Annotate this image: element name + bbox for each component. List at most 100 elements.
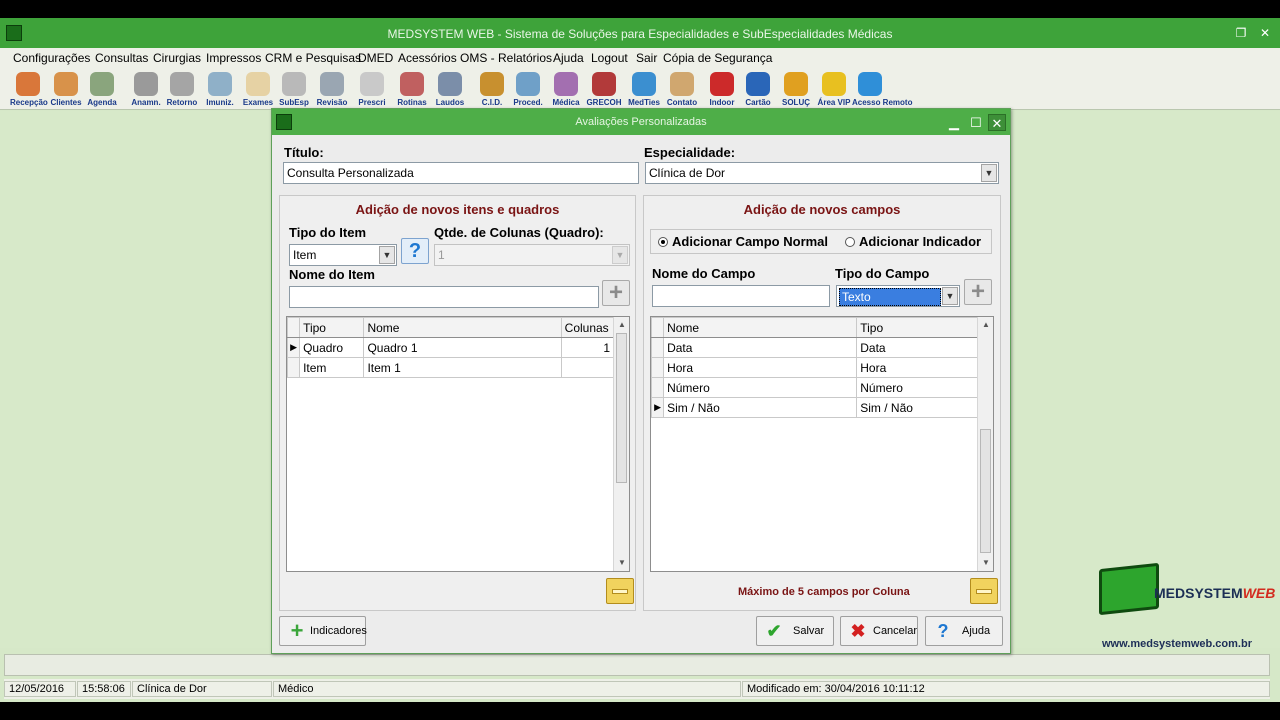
toolbar-label: Área VIP [817, 98, 851, 107]
toolbar-reception-button[interactable]: Recepção [10, 70, 48, 110]
close-icon[interactable]: ✕ [1257, 26, 1273, 40]
radio-indicador[interactable]: Adicionar Indicador [845, 234, 981, 249]
tipo-item-select[interactable]: Item ▼ [289, 244, 397, 266]
toolbar-reports-button[interactable]: Laudos [432, 70, 468, 110]
cell-tipo[interactable]: Hora [856, 357, 978, 378]
cell-nome[interactable]: Número [663, 377, 858, 398]
table-row[interactable]: Número Número [651, 377, 978, 398]
menu-impressos[interactable]: Impressos [206, 51, 261, 65]
toolbar-card-button[interactable]: Cartão [740, 70, 776, 110]
dialog-close-icon[interactable]: ✕ [988, 114, 1006, 131]
toolbar-exams-button[interactable]: Exames [240, 70, 276, 110]
menu-consultas[interactable]: Consultas [95, 51, 148, 65]
menu-sair[interactable]: Sair [636, 51, 657, 65]
indicadores-button[interactable]: + Indicadores [279, 616, 367, 646]
toolbar-procedures-button[interactable]: Proced. [510, 70, 546, 110]
salvar-button[interactable]: ✔ Salvar [756, 616, 834, 646]
nome-item-input[interactable] [289, 286, 599, 308]
cell-nome[interactable]: Quadro 1 [363, 337, 562, 358]
chevron-down-icon[interactable]: ▼ [612, 246, 628, 264]
cell-tipo[interactable]: Sim / Não [856, 397, 978, 418]
toolbar-agenda-button[interactable]: Agenda [84, 70, 120, 110]
toolbar-remote-access-button[interactable]: Acesso Remoto [852, 70, 912, 110]
tipo-item-label: Tipo do Item [289, 225, 367, 240]
remove-field-button[interactable] [970, 578, 998, 604]
menu-acessorios[interactable]: Acessórios [398, 51, 457, 65]
add-field-button[interactable]: + [964, 279, 992, 305]
menu-oms-relatorios[interactable]: OMS - Relatórios [460, 51, 552, 65]
itens-grid[interactable]: Tipo Nome Colunas ▶ Quadro Quadro 1 1 It… [286, 316, 630, 572]
campos-scrollbar[interactable]: ▲ ▼ [977, 317, 993, 571]
toolbar-medical-button[interactable]: Médica [548, 70, 584, 110]
chevron-down-icon[interactable]: ▼ [981, 164, 997, 182]
remove-item-button[interactable] [606, 578, 634, 604]
help-question-button[interactable]: ? [401, 238, 429, 264]
max-campos-note: Máximo de 5 campos por Coluna [738, 586, 910, 598]
menu-configuracoes[interactable]: Configurações [13, 51, 90, 65]
cell-colunas[interactable] [560, 357, 615, 378]
toolbar-clients-button[interactable]: Clientes [48, 70, 84, 110]
toolbar-subspecialty-button[interactable]: SubEsp [276, 70, 312, 110]
toolbar-review-button[interactable]: Revisão [314, 70, 350, 110]
table-row[interactable]: Data Data [651, 337, 978, 358]
col-tipo-header[interactable]: Tipo [856, 317, 978, 338]
cell-nome[interactable]: Hora [663, 357, 858, 378]
toolbar-globe-button[interactable]: MedTies [626, 70, 662, 110]
col-tipo-header[interactable]: Tipo [299, 317, 365, 338]
toolbar-solutions-button[interactable]: SOLUÇ [778, 70, 814, 110]
cell-colunas[interactable]: 1 [560, 337, 615, 358]
scroll-up-icon[interactable]: ▲ [979, 318, 993, 332]
table-row[interactable]: ▶ Sim / Não Sim / Não [651, 397, 978, 418]
chevron-down-icon[interactable]: ▼ [379, 246, 395, 264]
table-row[interactable]: ▶ Quadro Quadro 1 1 [287, 337, 615, 358]
qtde-colunas-select[interactable]: 1 ▼ [434, 244, 630, 266]
minimize-icon[interactable]: ▁ [945, 114, 963, 131]
toolbar-contact-button[interactable]: Contato [664, 70, 700, 110]
radio-campo-normal[interactable]: Adicionar Campo Normal [658, 234, 828, 249]
cell-nome[interactable]: Data [663, 337, 858, 358]
toolbar-crown-button[interactable]: Área VIP [816, 70, 852, 110]
menu-copia-seguranca[interactable]: Cópia de Segurança [663, 51, 772, 65]
scroll-down-icon[interactable]: ▼ [615, 556, 629, 570]
ajuda-button[interactable]: ? Ajuda [925, 616, 1003, 646]
toolbar-routines-button[interactable]: Rotinas [394, 70, 430, 110]
menu-logout[interactable]: Logout [591, 51, 628, 65]
scroll-thumb[interactable] [616, 333, 627, 483]
toolbar-cid-book-button[interactable]: C.I.D. [474, 70, 510, 110]
campos-grid[interactable]: Nome Tipo Data Data Hora Hora Número Núm… [650, 316, 994, 572]
toolbar-grecoh-button[interactable]: GRECOH [586, 70, 622, 110]
scroll-up-icon[interactable]: ▲ [615, 318, 629, 332]
cell-tipo[interactable]: Item [299, 357, 365, 378]
toolbar-stethoscope-button[interactable]: Anamn. [128, 70, 164, 110]
toolbar-prescription-button[interactable]: Prescri [354, 70, 390, 110]
col-nome-header[interactable]: Nome [663, 317, 858, 338]
col-colunas-header[interactable]: Colunas [560, 317, 615, 338]
titulo-input[interactable]: Consulta Personalizada [283, 162, 639, 184]
cell-nome[interactable]: Sim / Não [663, 397, 858, 418]
cancelar-button[interactable]: ✖ Cancelar [840, 616, 918, 646]
table-row[interactable]: Item Item 1 [287, 357, 615, 378]
table-row[interactable]: Hora Hora [651, 357, 978, 378]
menu-crm-pesquisas[interactable]: CRM e Pesquisas [265, 51, 361, 65]
toolbar-syringe-button[interactable]: Imuniz. [202, 70, 238, 110]
maximize-icon[interactable]: ☐ [967, 114, 985, 131]
cell-tipo[interactable]: Data [856, 337, 978, 358]
menu-ajuda[interactable]: Ajuda [553, 51, 584, 65]
scroll-down-icon[interactable]: ▼ [979, 556, 993, 570]
chevron-down-icon[interactable]: ▼ [942, 287, 958, 305]
add-item-button[interactable]: + [602, 280, 630, 306]
especialidade-select[interactable]: Clínica de Dor ▼ [645, 162, 999, 184]
nome-campo-input[interactable] [652, 285, 830, 307]
toolbar-indoor-button[interactable]: Indoor [704, 70, 740, 110]
restore-icon[interactable]: ❐ [1233, 26, 1249, 40]
menu-dmed[interactable]: DMED [358, 51, 393, 65]
cell-nome[interactable]: Item 1 [363, 357, 562, 378]
tipo-campo-select[interactable]: Texto ▼ [836, 285, 960, 307]
toolbar-return-button[interactable]: Retorno [164, 70, 200, 110]
scroll-thumb[interactable] [980, 429, 991, 553]
menu-cirurgias[interactable]: Cirurgias [153, 51, 201, 65]
cell-tipo[interactable]: Número [856, 377, 978, 398]
itens-scrollbar[interactable]: ▲ ▼ [613, 317, 629, 571]
col-nome-header[interactable]: Nome [363, 317, 562, 338]
cell-tipo[interactable]: Quadro [299, 337, 365, 358]
